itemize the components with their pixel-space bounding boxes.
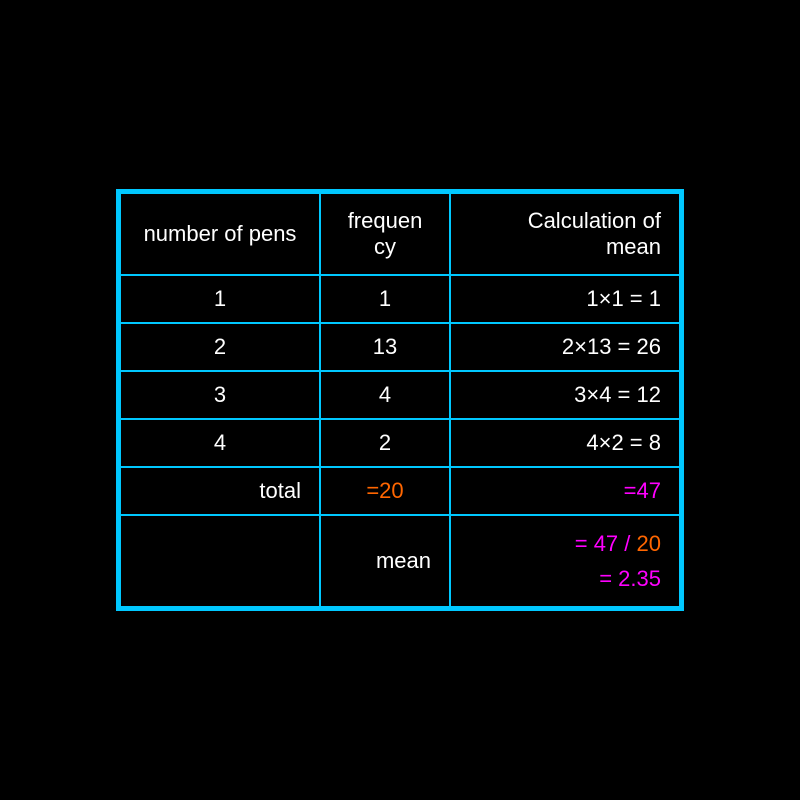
pens-value-1: 1 — [120, 275, 320, 323]
header-col2: frequen cy — [320, 193, 450, 275]
table-row: 2 13 2×13 = 26 — [120, 323, 680, 371]
total-calc: =47 — [450, 467, 680, 515]
mean-calc-line1: = 47 / 20 — [575, 531, 661, 556]
header-col1: number of pens — [120, 193, 320, 275]
table-row: 1 1 1×1 = 1 — [120, 275, 680, 323]
total-label: total — [120, 467, 320, 515]
total-calc-value: =47 — [624, 478, 661, 503]
pens-value-3: 3 — [120, 371, 320, 419]
freq-value-1: 1 — [320, 275, 450, 323]
mean-row: mean = 47 / 20 = 2.35 — [120, 515, 680, 607]
mean-calc-cell: = 47 / 20 = 2.35 — [450, 515, 680, 607]
total-freq: =20 — [320, 467, 450, 515]
mean-label: mean — [320, 515, 450, 607]
pens-value-4: 4 — [120, 419, 320, 467]
table-row: 3 4 3×4 = 12 — [120, 371, 680, 419]
freq-value-4: 2 — [320, 419, 450, 467]
calc-value-4: 4×2 = 8 — [450, 419, 680, 467]
table-row: 4 2 4×2 = 8 — [120, 419, 680, 467]
total-freq-value: =20 — [366, 478, 403, 503]
total-row: total =20 =47 — [120, 467, 680, 515]
freq-value-2: 13 — [320, 323, 450, 371]
stats-table-container: number of pens frequen cy Calculation of… — [116, 189, 684, 611]
freq-value-3: 4 — [320, 371, 450, 419]
calc-value-2: 2×13 = 26 — [450, 323, 680, 371]
pens-value-2: 2 — [120, 323, 320, 371]
header-col3: Calculation of mean — [450, 193, 680, 275]
mean-calc-line2: = 2.35 — [599, 566, 661, 591]
calc-value-3: 3×4 = 12 — [450, 371, 680, 419]
calc-value-1: 1×1 = 1 — [450, 275, 680, 323]
mean-empty-1 — [120, 515, 320, 607]
